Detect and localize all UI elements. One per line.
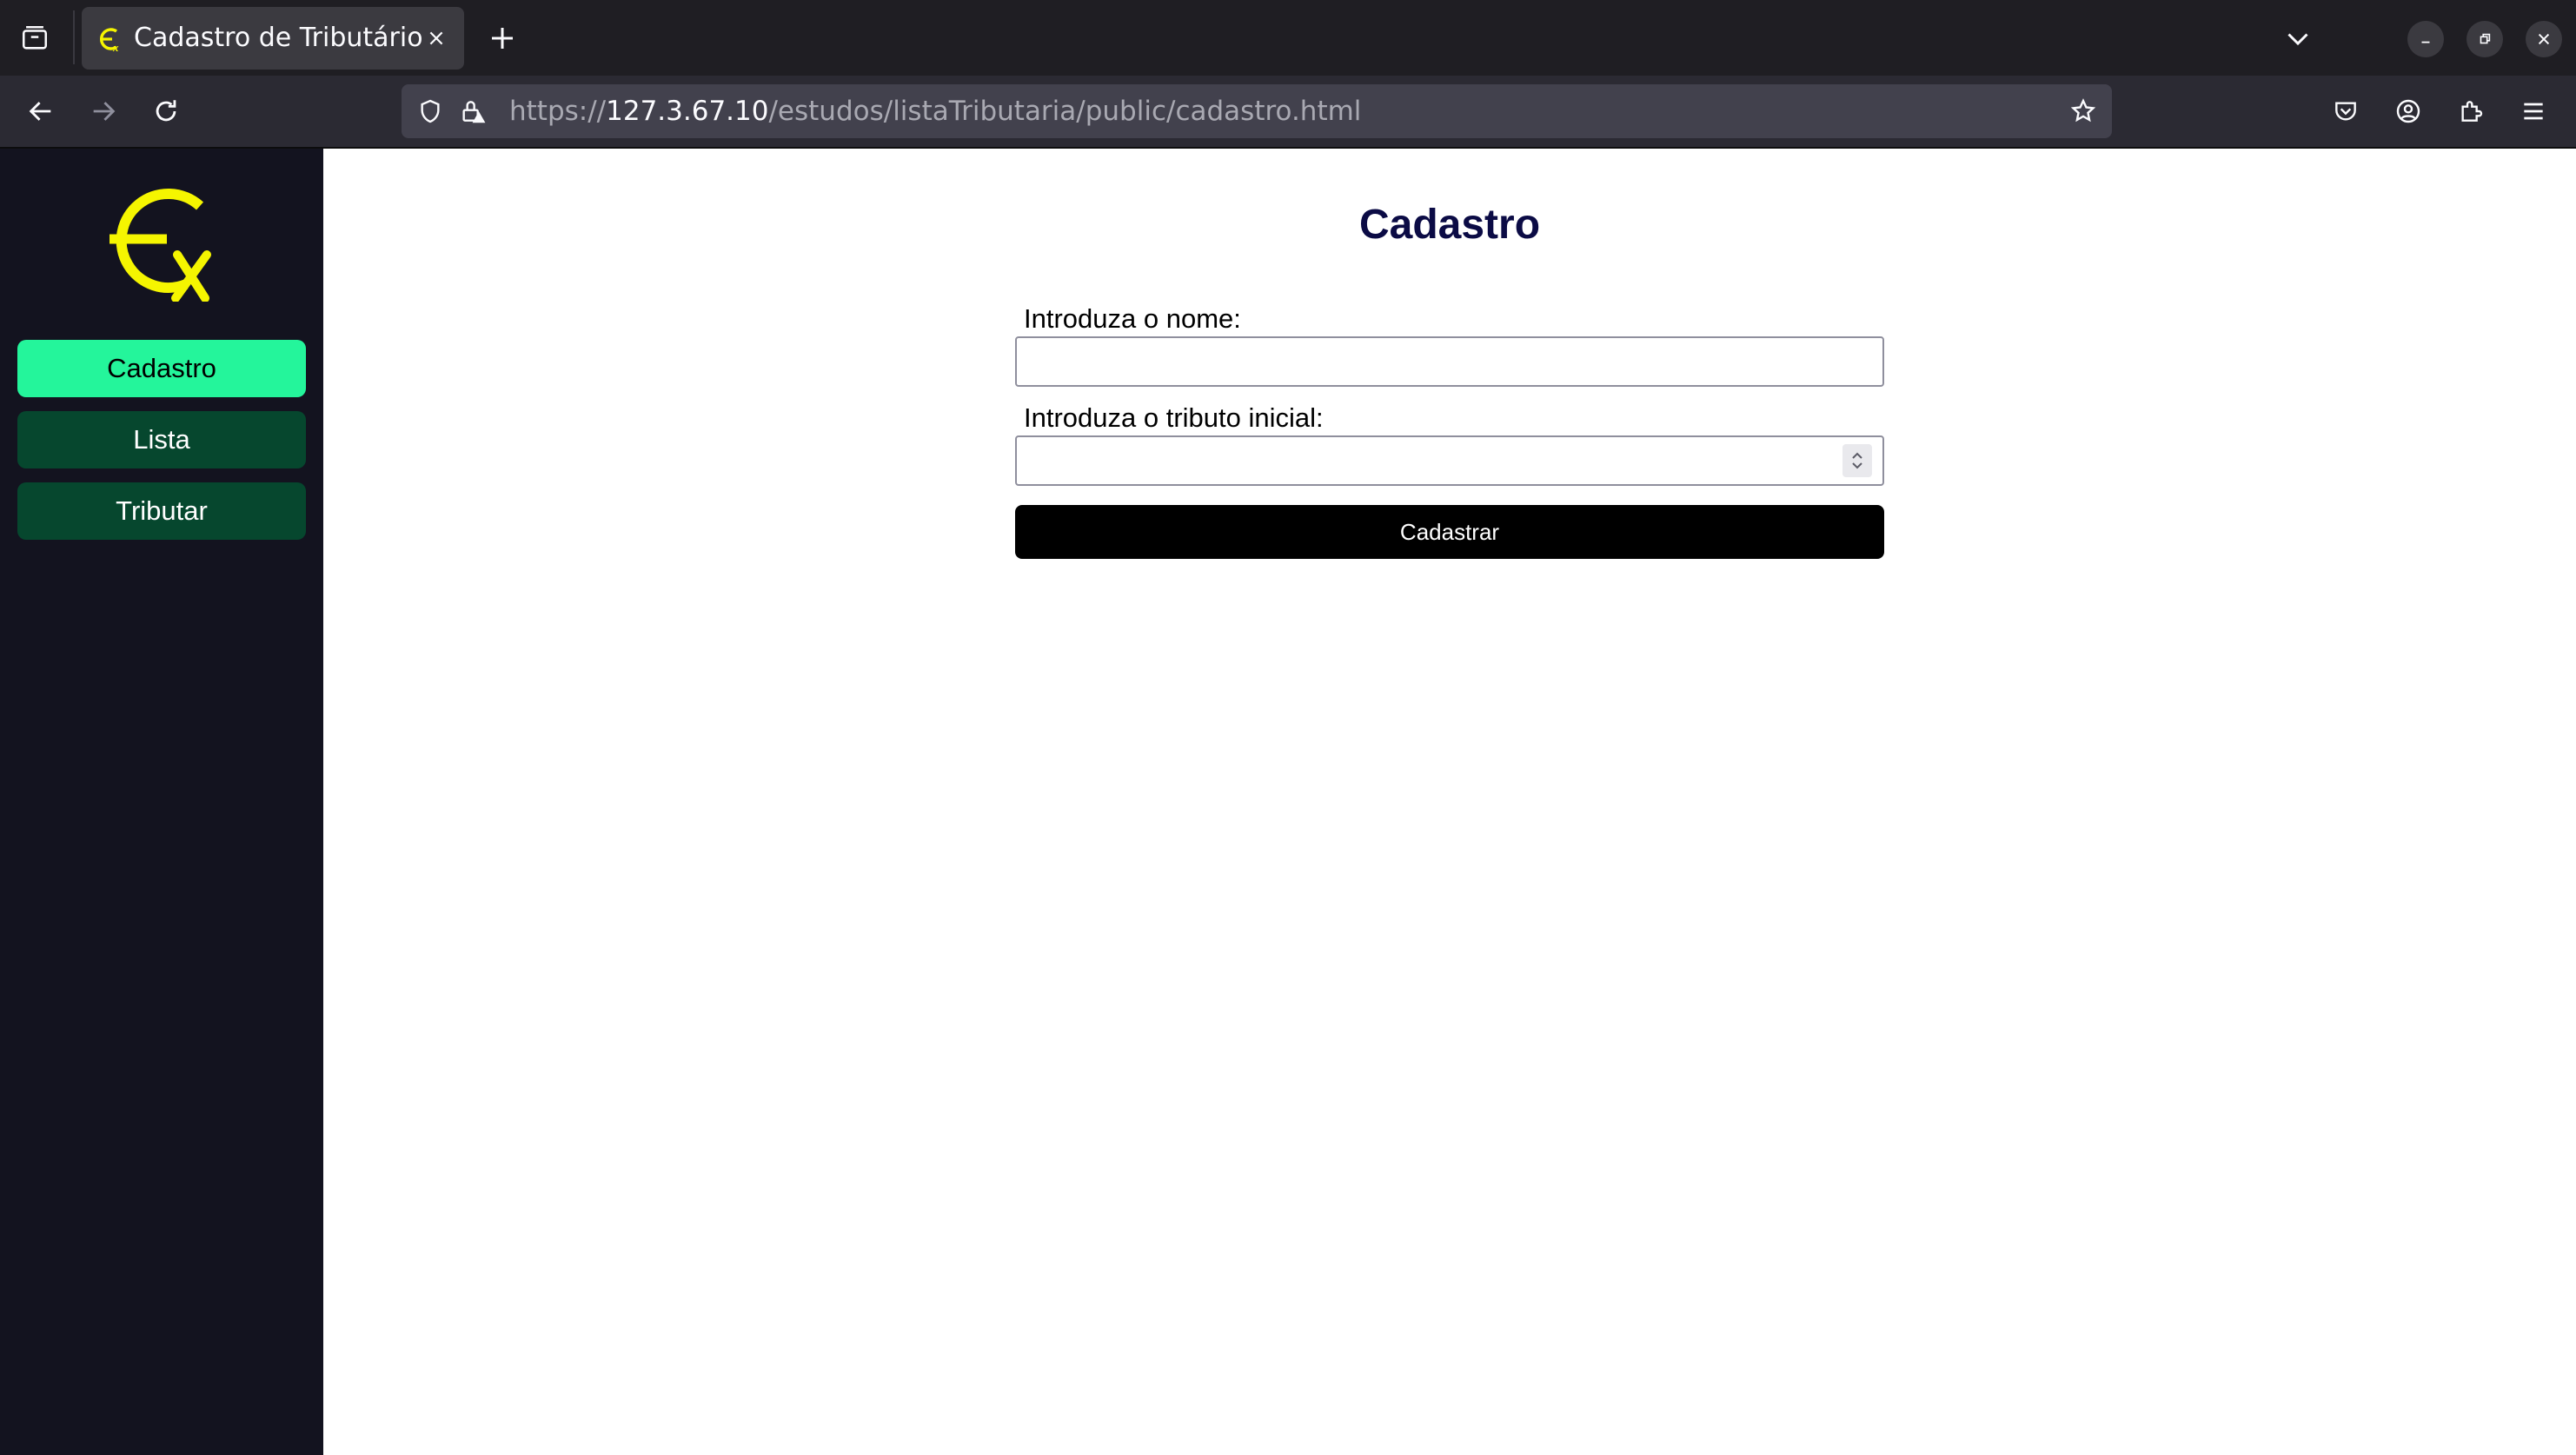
- cadastro-form: Introduza o nome: Introduza o tributo in…: [1015, 302, 1884, 559]
- sidebar-item-cadastro[interactable]: Cadastro: [17, 340, 306, 397]
- tab-separator: [73, 10, 75, 64]
- page-title: Cadastro: [1358, 202, 1541, 248]
- close-tab-icon[interactable]: [421, 23, 452, 54]
- number-spinner[interactable]: [1842, 444, 1872, 477]
- url-text: https://127.3.67.10/estudos/listaTributa…: [509, 84, 1361, 138]
- reload-icon[interactable]: [144, 90, 188, 133]
- tribute-field: [1015, 435, 1884, 486]
- close-window-icon[interactable]: [2526, 21, 2562, 57]
- minimize-window-icon[interactable]: [2407, 21, 2444, 57]
- tribute-input[interactable]: [1015, 435, 1884, 486]
- address-bar[interactable]: https://127.3.67.10/estudos/listaTributa…: [402, 84, 2112, 138]
- sidebar-item-label: Cadastro: [107, 353, 216, 383]
- insecure-lock-icon[interactable]: [455, 95, 488, 128]
- chevron-up-icon[interactable]: [1850, 450, 1864, 461]
- pocket-icon[interactable]: [2324, 90, 2367, 133]
- browser-tab[interactable]: x Cadastro de Tributário: [82, 7, 464, 70]
- chevron-down-icon[interactable]: [2279, 19, 2317, 57]
- browser-nav-bar: https://127.3.67.10/estudos/listaTributa…: [0, 76, 2576, 149]
- url-path: /estudos/listaTributaria/public/cadastro…: [768, 96, 1362, 127]
- sidebar-item-label: Lista: [133, 424, 190, 455]
- name-input[interactable]: [1015, 336, 1884, 387]
- account-icon[interactable]: [2387, 90, 2430, 133]
- tab-list-icon[interactable]: [16, 19, 54, 57]
- url-host: 127.3.67.10: [606, 96, 769, 127]
- sidebar: Cadastro Lista Tributar: [0, 149, 323, 1455]
- sidebar-item-tributar[interactable]: Tributar: [17, 482, 306, 540]
- ex-logo: [110, 189, 211, 302]
- back-arrow-icon[interactable]: [19, 90, 63, 133]
- extensions-icon[interactable]: [2449, 90, 2493, 133]
- name-label: Introduza o nome:: [1024, 303, 1241, 334]
- svg-text:x: x: [112, 41, 119, 54]
- sidebar-item-lista[interactable]: Lista: [17, 411, 306, 468]
- restore-window-icon[interactable]: [2466, 21, 2503, 57]
- shield-icon[interactable]: [414, 95, 447, 128]
- ex-logo-icon: x: [99, 28, 119, 54]
- menu-icon[interactable]: [2512, 90, 2555, 133]
- browser-tab-bar: x Cadastro de Tributário: [0, 0, 2576, 76]
- forward-arrow-icon[interactable]: [82, 90, 125, 133]
- tribute-label: Introduza o tributo inicial:: [1024, 402, 1324, 433]
- tab-title: Cadastro de Tributário: [134, 23, 423, 53]
- sidebar-item-label: Tributar: [116, 495, 208, 526]
- url-scheme: https://: [509, 96, 607, 127]
- chevron-down-icon[interactable]: [1850, 461, 1864, 471]
- main-content: Cadastro Introduza o nome: Introduza o t…: [323, 149, 2576, 1455]
- cadastrar-button[interactable]: Cadastrar: [1015, 505, 1884, 559]
- new-tab-icon[interactable]: [483, 19, 521, 57]
- bookmark-star-icon[interactable]: [2067, 95, 2100, 128]
